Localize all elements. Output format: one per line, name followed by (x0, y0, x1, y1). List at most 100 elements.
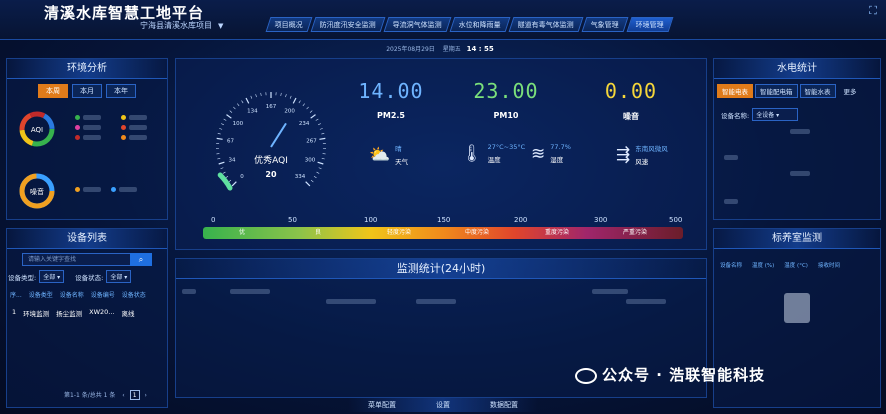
nav-item-label: 环境管理 (635, 21, 664, 29)
device-table-body: 1 环境监测 扬尘监测 XW20... 离线 (12, 308, 135, 318)
gauge-tick-label: 267 (306, 139, 317, 145)
footer-item-1[interactable]: 设置 (436, 398, 450, 412)
weather-item-0: ⛅ 晴天气 (369, 143, 408, 167)
metric-label: PM2.5 (377, 111, 405, 120)
next-page-icon[interactable]: › (145, 392, 147, 399)
legend-text (83, 187, 101, 192)
env-panel: 环境分析 本周 本月 本年 AQI 噪音 (6, 58, 168, 220)
gauge-tick (229, 110, 233, 113)
metric-label: 噪音 (623, 112, 639, 121)
env-tab-0[interactable]: 本周 (38, 84, 68, 98)
page-number[interactable]: 1 (129, 390, 140, 400)
aqi-legend-item (121, 135, 167, 140)
gauge-tick-label: 234 (299, 121, 310, 127)
humidity-icon: ≋ (531, 143, 546, 164)
noise-legend (75, 187, 137, 192)
gauge-tick (280, 92, 282, 96)
device-table-header: 序... 设备类型 设备名称 设备编号 设备状态 (10, 290, 146, 299)
aqi-scale-tick: 300 (594, 216, 608, 224)
aqi-scale-tick: 200 (514, 216, 528, 224)
aqi-legend-item (121, 115, 167, 120)
nav-item-0[interactable]: 项目概况 (265, 17, 313, 32)
aqi-scale-tick: 150 (437, 216, 451, 224)
type-filter-select[interactable]: 全部 ▾ (39, 270, 65, 283)
metric-0: 14.00 PM2.5 (331, 79, 451, 120)
aqi-ring: AQI (19, 111, 55, 147)
nav-item-label: 导流洞气体监测 (392, 21, 442, 29)
weather-label: 风速 (635, 158, 649, 166)
nav-item-label: 项目概况 (274, 21, 303, 29)
nav-item-label: 防汛度汛安全监测 (319, 21, 376, 29)
gauge-tick-label: 334 (295, 174, 306, 180)
gauge-tick (306, 106, 309, 110)
legend-text (83, 135, 101, 140)
legend-dot (111, 187, 116, 192)
weather-label: 湿度 (550, 156, 564, 164)
table-row[interactable]: 1 环境监测 扬尘监测 XW20... 离线 (12, 308, 135, 318)
project-selector[interactable]: 宁海县清溪水库项目 ▼ (140, 20, 223, 31)
status-filter-select[interactable]: 全部 ▾ (106, 270, 132, 283)
legend-dot (121, 125, 126, 130)
gauge-tick-label: 134 (247, 108, 258, 114)
weather-text: 晴天气 (395, 143, 408, 166)
hydro-tabs: 智能电表 智能配电箱 智能水表 更多 (717, 84, 880, 98)
aqi-legend-item (121, 125, 167, 130)
hydro-title: 水电统计 (714, 59, 880, 79)
more-link[interactable]: 更多 (844, 86, 857, 96)
table-cell: 环境监测 (23, 310, 50, 318)
prev-page-icon[interactable]: ‹ (122, 392, 124, 399)
aqi-scale-tick: 500 (669, 216, 683, 224)
legend-text (83, 115, 101, 120)
header: 清溪水库智慧工地平台 宁海县清溪水库项目 ▼ 项目概况 防汛度汛安全监测 导流洞气体监… (0, 0, 886, 40)
search-button[interactable]: ⌕ (130, 253, 152, 266)
hydro-tab-1[interactable]: 智能配电箱 (755, 84, 798, 98)
monitor-title: 监测统计(24小时) (176, 259, 706, 279)
caret-down-icon: ▼ (218, 22, 224, 30)
gauge-tick (292, 97, 297, 104)
weather-text: 27°C~35°C 温度 (488, 143, 526, 164)
hydro-panel: 水电统计 智能电表 智能配电箱 智能水表 更多 设备名称: 全设备 ▾ (713, 58, 881, 220)
gauge-tick (221, 123, 225, 126)
nav-item-4[interactable]: 隧道有毒气体监测 (508, 17, 584, 32)
gauge-tick (316, 171, 320, 174)
hydro-device-label: 设备名称: (721, 111, 750, 120)
fullscreen-icon[interactable]: ⛶ (866, 4, 880, 18)
weather-text: 东南风微风 风速 (635, 143, 668, 166)
nav-item-3[interactable]: 水位和降雨量 (449, 17, 511, 32)
hydro-device-filter: 设备名称: 全设备 ▾ (721, 108, 880, 121)
nav-item-6[interactable]: 环境管理 (626, 17, 674, 32)
hydro-tab-2[interactable]: 智能水表 (799, 84, 836, 98)
gauge-tick (220, 167, 224, 170)
aqi-legend-item (75, 125, 121, 130)
type-filter-label: 设备类型: (8, 273, 37, 282)
nav-item-5[interactable]: 气象管理 (581, 17, 629, 32)
device-col-header: 设备类型 (28, 292, 53, 299)
aqi-level-label: 良 (315, 229, 322, 236)
hydro-tab-0[interactable]: 智能电表 (717, 84, 753, 98)
aqi-level-label: 重度污染 (545, 229, 570, 236)
device-filters: 设备类型: 全部 ▾ 设备状态: 全部 ▾ (8, 270, 132, 283)
gauge-tick (317, 123, 321, 126)
gauge-tick (260, 92, 262, 96)
nav-item-1[interactable]: 防汛度汛安全监测 (310, 17, 386, 32)
env-tab-1[interactable]: 本月 (72, 84, 102, 98)
footer-item-0[interactable]: 菜单配置 (368, 398, 396, 412)
hydro-device-select[interactable]: 全设备 ▾ (752, 108, 799, 121)
metric-value: 0.00 (604, 79, 658, 103)
aqi-level-label: 中度污染 (465, 229, 490, 236)
legend-text (129, 135, 147, 140)
thermometer-icon: 🌡 (461, 143, 483, 164)
search-icon: ⌕ (138, 255, 144, 264)
metric-1: 23.00 PM10 (446, 79, 566, 120)
nav-item-2[interactable]: 导流洞气体监测 (383, 17, 452, 32)
gauge-tick (319, 137, 326, 140)
footer-item-2[interactable]: 数据配置 (490, 398, 518, 412)
aqi-ring-label: AQI (31, 126, 43, 134)
table-cell: XW20... (89, 308, 115, 316)
device-title: 设备列表 (7, 229, 167, 249)
gauge-label: 优秀AQI (254, 154, 288, 166)
env-tab-2[interactable]: 本年 (106, 84, 136, 98)
nav-item-label: 气象管理 (590, 21, 619, 29)
time: 14 : 55 (466, 45, 494, 53)
gauge-tick (285, 94, 287, 98)
